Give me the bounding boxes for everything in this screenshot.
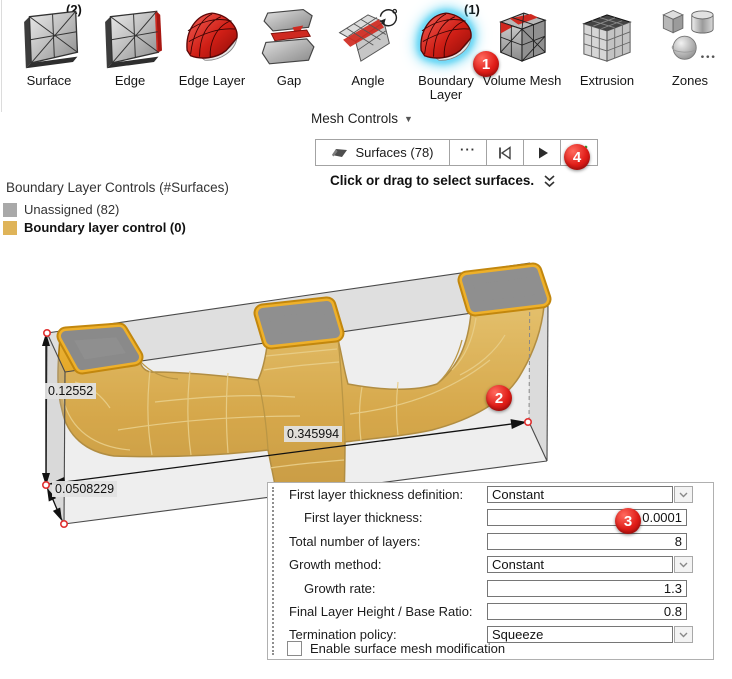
zones-icon — [658, 5, 722, 71]
skip-start-icon — [495, 145, 515, 161]
select-chevron-icon[interactable] — [674, 486, 693, 503]
tool-label: Surface — [5, 74, 93, 88]
gap-icon — [257, 5, 321, 71]
dimension-depth-label: 0.0508229 — [52, 481, 117, 497]
boundary-layer-properties-panel: First layer thickness definition: Consta… — [267, 482, 714, 660]
double-chevron-down-icon[interactable] — [543, 174, 556, 188]
step-badge-3: 3 — [615, 508, 641, 534]
tool-label: Boundary Layer — [411, 74, 481, 102]
total-layers-input[interactable]: 8 — [487, 533, 687, 550]
legend-item-unassigned[interactable]: Unassigned (82) — [3, 202, 119, 217]
mesh-controls-title: Mesh Controls — [311, 111, 398, 126]
edge-layer-icon — [180, 5, 244, 71]
surfaces-filter-label: Surfaces (78) — [355, 145, 433, 160]
enable-surface-mesh-checkbox[interactable] — [287, 641, 302, 656]
tool-zones[interactable]: Zones — [646, 5, 732, 88]
final-layer-ratio-input[interactable]: 0.8 — [487, 603, 687, 620]
row-growth-method: Growth method: Constant — [268, 556, 713, 574]
tool-label: Extrusion — [563, 74, 651, 88]
legend-label: Unassigned (82) — [24, 202, 119, 217]
chevron-down-icon: ▼ — [404, 114, 413, 124]
tool-gap[interactable]: Gap — [245, 5, 333, 88]
tool-surface[interactable]: Surface — [5, 5, 93, 88]
row-enable-surface-mesh-modification: Enable surface mesh modification — [287, 641, 505, 656]
select-value: Squeeze — [487, 626, 673, 643]
field-label: First layer thickness: — [304, 509, 422, 526]
edge-icon — [98, 5, 162, 71]
select-value: Constant — [487, 556, 673, 573]
surfaces-filter-button[interactable]: Surfaces (78) — [315, 139, 450, 166]
field-label: First layer thickness definition: — [289, 486, 463, 503]
skip-to-start-button[interactable] — [487, 139, 524, 166]
step-badge-2: 2 — [486, 385, 512, 411]
first-layer-thickness-definition-select[interactable]: Constant — [487, 486, 693, 503]
selection-hint-text: Click or drag to select surfaces. — [330, 173, 534, 188]
more-options-button[interactable]: ··· — [450, 139, 487, 166]
boundary-layer-icon — [414, 5, 478, 71]
ellipsis-icon: ··· — [460, 142, 476, 157]
extrusion-icon — [575, 5, 639, 71]
selection-hint: Click or drag to select surfaces. — [330, 173, 556, 188]
legend-title: Boundary Layer Controls (#Surfaces) — [6, 180, 229, 195]
surface-mini-icon — [331, 147, 348, 158]
tool-label: Zones — [646, 74, 732, 88]
tool-label: Edge — [86, 74, 174, 88]
tool-boundary-layer[interactable]: Boundary Layer — [411, 5, 481, 102]
field-label: Growth rate: — [304, 580, 376, 597]
tool-edge[interactable]: Edge — [86, 5, 174, 88]
select-chevron-icon[interactable] — [674, 626, 693, 643]
termination-policy-select[interactable]: Squeeze — [487, 626, 693, 643]
play-icon — [534, 145, 550, 161]
row-total-number-of-layers: Total number of layers: 8 — [268, 533, 713, 551]
tool-edge-layer[interactable]: Edge Layer — [168, 5, 256, 88]
select-value: Constant — [487, 486, 673, 503]
dimension-length-label: 0.345994 — [284, 426, 342, 442]
field-label: Final Layer Height / Base Ratio: — [289, 603, 473, 620]
window-edge — [1, 0, 2, 112]
unassigned-swatch — [3, 203, 17, 217]
boundary-control-swatch — [3, 221, 17, 235]
volume-mesh-icon — [490, 5, 554, 71]
selection-toolbar: Surfaces (78) ··· — [315, 139, 598, 166]
growth-rate-input[interactable]: 1.3 — [487, 580, 687, 597]
row-final-layer-height-ratio: Final Layer Height / Base Ratio: 0.8 — [268, 603, 713, 621]
tool-label: Volume Mesh — [478, 74, 566, 88]
app-root: { "toolbar": { "count_left": "(2)", "cou… — [0, 0, 732, 679]
row-first-layer-thickness-definition: First layer thickness definition: Consta… — [268, 486, 713, 504]
tool-label: Edge Layer — [168, 74, 256, 88]
tool-extrusion[interactable]: Extrusion — [563, 5, 651, 88]
field-label: Total number of layers: — [289, 533, 421, 550]
field-label: Growth method: — [289, 556, 382, 573]
row-growth-rate: Growth rate: 1.3 — [268, 580, 713, 598]
angle-icon — [336, 5, 400, 71]
tool-angle[interactable]: Angle — [324, 5, 412, 88]
growth-method-select[interactable]: Constant — [487, 556, 693, 573]
legend-label: Boundary layer control (0) — [24, 220, 186, 235]
play-button[interactable] — [524, 139, 561, 166]
checkbox-label: Enable surface mesh modification — [310, 641, 505, 656]
dimension-height-label: 0.12552 — [45, 383, 96, 399]
mesh-controls-dropdown[interactable]: Mesh Controls ▼ — [311, 111, 413, 126]
tool-label: Angle — [324, 74, 412, 88]
row-first-layer-thickness: First layer thickness: 0.0001 — [268, 509, 713, 527]
legend-item-boundary-control[interactable]: Boundary layer control (0) — [3, 220, 186, 235]
surface-icon — [17, 5, 81, 71]
step-badge-4: 4 — [564, 144, 590, 170]
step-badge-1: 1 — [473, 51, 499, 77]
tool-label: Gap — [245, 74, 333, 88]
select-chevron-icon[interactable] — [674, 556, 693, 573]
first-layer-thickness-input[interactable]: 0.0001 — [487, 509, 687, 526]
